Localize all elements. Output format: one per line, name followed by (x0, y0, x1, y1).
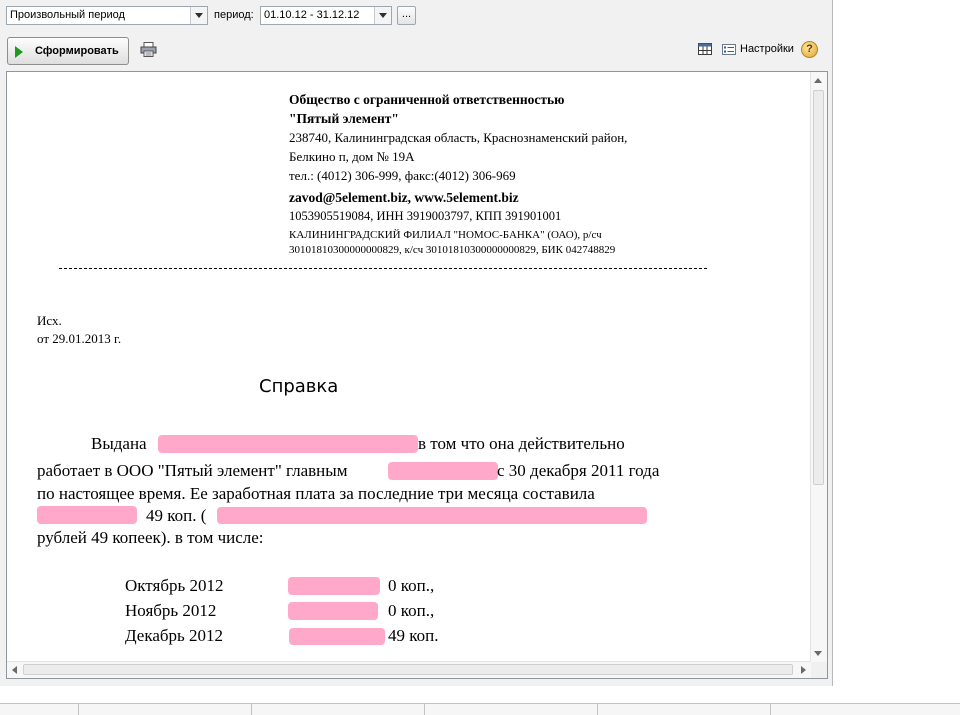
certificate-line5: рублей 49 копеек). в том числе: (37, 528, 264, 547)
status-bar (0, 703, 960, 715)
redacted-amount-3 (289, 628, 385, 645)
outgoing-ref-label: Исх. (37, 313, 62, 328)
settings-label: Настройки (740, 43, 794, 55)
vertical-scroll-thumb[interactable] (813, 90, 824, 485)
period-type-value: Произвольный период (10, 9, 125, 21)
print-icon[interactable] (140, 42, 157, 57)
salary-kop-2: 0 коп., (388, 601, 435, 620)
period-type-dropdown-button[interactable] (190, 7, 207, 24)
choose-period-button[interactable]: ... (397, 6, 416, 25)
report-document: Общество с ограниченной ответственностью… (6, 71, 828, 679)
period-type-select[interactable]: Произвольный период (6, 6, 208, 25)
company-name-line2: "Пятый элемент" (289, 111, 399, 126)
salary-month-2: Ноябрь 2012 (125, 601, 217, 620)
bank-details-line1: КАЛИНИНГРАДСКИЙ ФИЛИАЛ "НОМОС-БАНКА" (ОА… (289, 229, 602, 241)
salary-month-3: Декабрь 2012 (125, 626, 224, 645)
outgoing-date: от 29.01.2013 г. (37, 331, 122, 346)
certificate-line1-end: в том что она действительно (418, 434, 625, 453)
scroll-down-icon[interactable] (814, 651, 822, 656)
redacted-position (388, 462, 498, 480)
scroll-left-icon[interactable] (12, 666, 17, 674)
letterhead-separator (59, 268, 707, 269)
chevron-down-icon (379, 13, 387, 18)
settings-list-icon (722, 44, 736, 55)
certificate-line2-start: работает в ООО "Пятый элемент" главным (37, 461, 348, 480)
period-label: период: (214, 9, 254, 21)
scrollbar-corner (811, 662, 827, 678)
generate-report-label: Сформировать (35, 45, 119, 57)
period-range-value: 01.10.12 - 31.12.12 (264, 9, 360, 21)
horizontal-scroll-thumb[interactable] (23, 664, 793, 675)
report-window: Произвольный период период: 01.10.12 - 3… (0, 0, 833, 686)
horizontal-scrollbar[interactable] (7, 661, 811, 678)
period-range-dropdown-button[interactable] (374, 7, 391, 24)
period-range-select[interactable]: 01.10.12 - 31.12.12 (260, 6, 392, 25)
generate-report-button[interactable]: Сформировать (7, 37, 129, 65)
bank-details-line2: 30101810300000000829, к/сч 3010181030000… (289, 244, 616, 256)
scroll-right-icon[interactable] (801, 666, 806, 674)
certificate-line1-start: Выдана (91, 434, 147, 453)
redacted-employee-name (158, 435, 418, 453)
certificate-line3: по настоящее время. Ее заработная плата … (37, 484, 595, 503)
company-email-web: zavod@5element.biz, www.5element.biz (289, 190, 519, 205)
redacted-total-in-words (217, 507, 647, 524)
table-view-icon[interactable] (698, 43, 712, 55)
company-address-line1: 238740, Калининградская область, Красноз… (289, 130, 628, 145)
company-phones: тел.: (4012) 306-999, факс:(4012) 306-96… (289, 168, 516, 183)
salary-month-1: Октябрь 2012 (125, 576, 224, 595)
salary-kop-1: 0 коп., (388, 576, 435, 595)
play-icon (15, 46, 23, 58)
redacted-amount-2 (288, 602, 378, 620)
company-address-line2: Белкино п, дом № 19А (289, 149, 415, 164)
salary-kop-3: 49 коп. (388, 626, 439, 645)
company-ids: 1053905519084, ИНН 3919003797, КПП 39190… (289, 209, 562, 223)
vertical-scrollbar[interactable] (810, 72, 827, 662)
redacted-amount-1 (288, 577, 380, 595)
certificate-title: Справка (259, 376, 339, 397)
redacted-total-rubles (37, 506, 137, 524)
chevron-down-icon (195, 13, 203, 18)
scroll-up-icon[interactable] (814, 78, 822, 83)
company-name-line1: Общество с ограниченной ответственностью (289, 92, 565, 107)
help-icon[interactable]: ? (801, 41, 818, 58)
certificate-line2-end: с 30 декабря 2011 года (497, 461, 660, 480)
certificate-line4-mid: 49 коп. ( (146, 506, 207, 525)
